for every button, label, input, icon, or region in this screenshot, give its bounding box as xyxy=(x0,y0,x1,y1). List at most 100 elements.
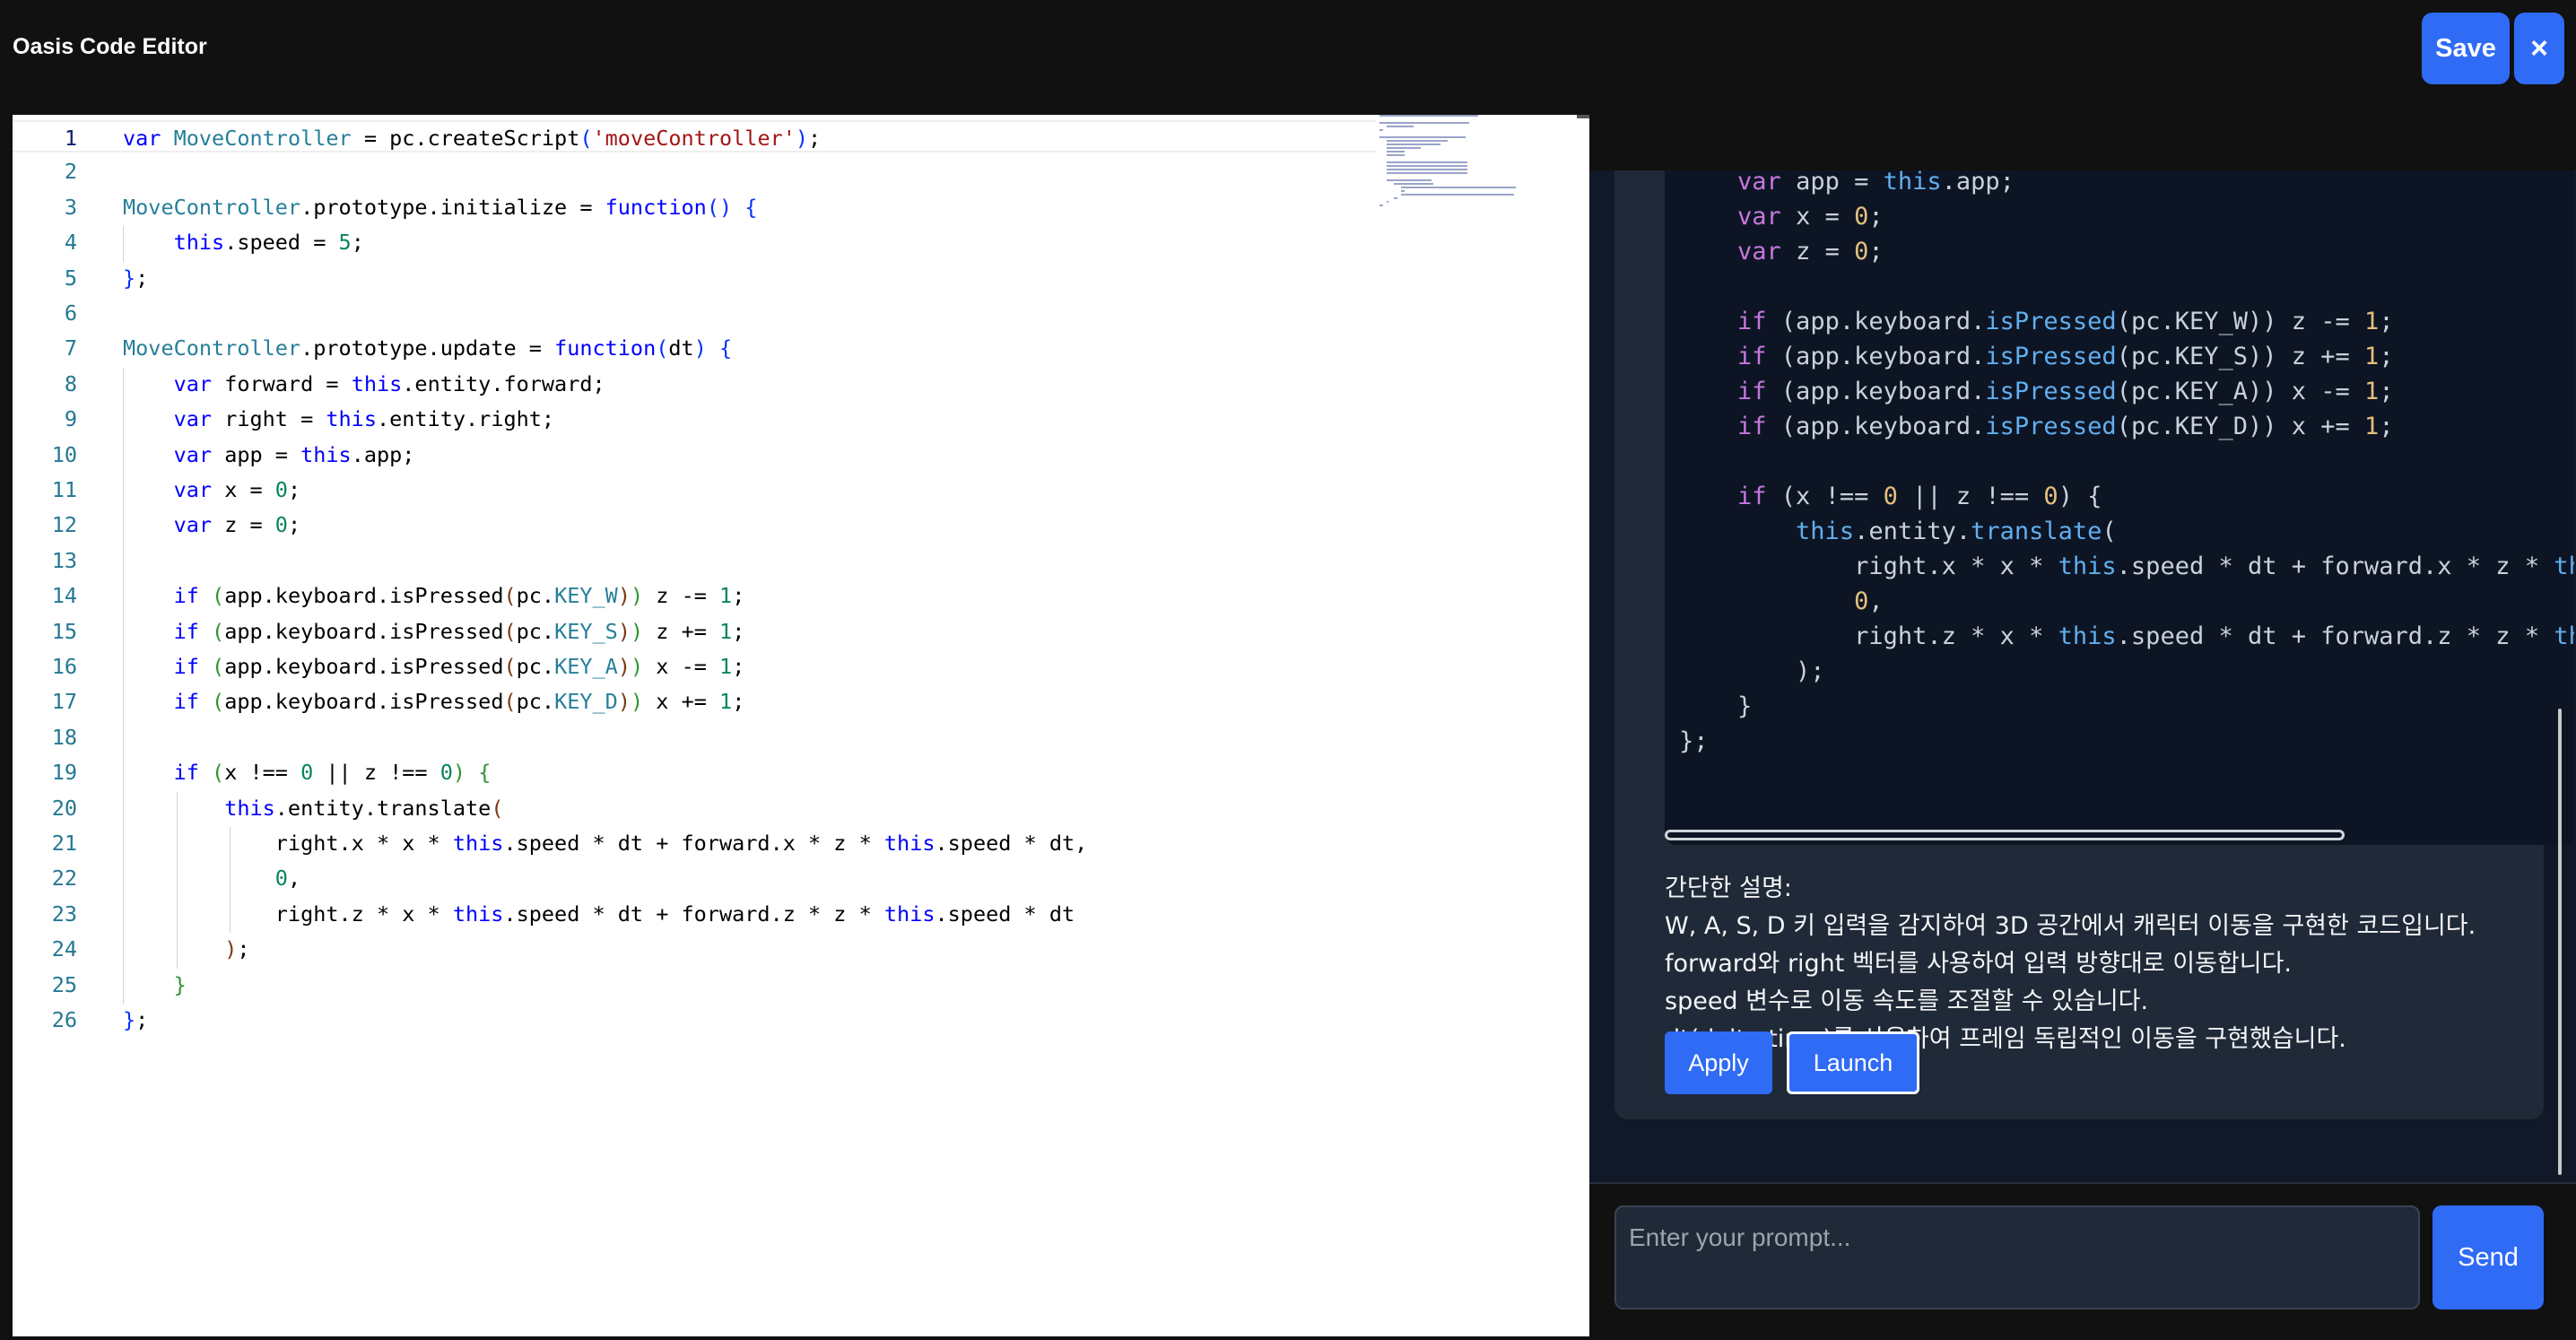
line-code: if (app.keyboard.isPressed(pc.KEY_W)) z … xyxy=(173,583,745,609)
code-editor[interactable]: 1 var MoveController = pc.createScript('m… xyxy=(13,115,1589,1336)
line-code: if (app.keyboard.isPressed(pc.KEY_S)) z … xyxy=(173,618,745,644)
line-code: var MoveController = pc.createScript('mo… xyxy=(123,126,822,151)
line-number: 15 xyxy=(51,618,77,644)
code-line[interactable]: 17 if (app.keyboard.isPressed(pc.KEY_D))… xyxy=(13,685,1376,718)
indent-guide xyxy=(176,791,178,969)
snippet-line: } xyxy=(1679,692,1753,720)
top-bar: Oasis Code Editor Save × xyxy=(0,0,2576,99)
line-code: }; xyxy=(123,265,149,291)
line-number: 8 xyxy=(64,370,77,396)
close-button[interactable]: × xyxy=(2514,13,2564,84)
line-code: var forward = this.entity.forward; xyxy=(173,370,605,396)
code-line[interactable]: 5}; xyxy=(13,262,1376,294)
minimap-line xyxy=(1387,169,1467,170)
code-minimap[interactable] xyxy=(1379,115,1537,213)
line-code: } xyxy=(173,971,187,997)
line-number: 4 xyxy=(64,230,77,256)
line-code: this.speed = 5; xyxy=(173,230,364,256)
snippet-line: if (app.keyboard.isPressed(pc.KEY_A)) x … xyxy=(1737,378,2394,405)
code-snippet[interactable]: var right = this.entity.right; var app =… xyxy=(1665,170,2574,845)
line-code: ); xyxy=(224,936,250,962)
code-line[interactable]: 12 var z = 0; xyxy=(13,509,1376,541)
editor-scrollbar-thumb[interactable] xyxy=(1577,115,1589,118)
code-line[interactable]: 21 right.x * x * this.speed * dt + forwa… xyxy=(13,827,1376,859)
minimap-line xyxy=(1387,144,1440,145)
line-number: 23 xyxy=(51,901,77,927)
launch-button[interactable]: Launch xyxy=(1787,1031,1919,1094)
explanation-line: speed 변수로 이동 속도를 조절할 수 있습니다. xyxy=(1665,988,2149,1015)
code-line[interactable]: 11 var x = 0; xyxy=(13,474,1376,506)
line-number: 9 xyxy=(64,406,77,432)
chat-messages[interactable]: var right = this.entity.right; var app =… xyxy=(1589,170,2576,1182)
minimap-line xyxy=(1387,147,1421,149)
code-line[interactable]: 26}; xyxy=(13,1004,1376,1036)
line-number: 13 xyxy=(51,547,77,573)
snippet-line: var z = 0; xyxy=(1737,238,1884,265)
line-code: if (app.keyboard.isPressed(pc.KEY_A)) x … xyxy=(173,654,745,679)
line-number: 1 xyxy=(64,126,77,151)
code-line[interactable]: 6 xyxy=(13,297,1376,329)
minimap-line xyxy=(1401,187,1516,188)
line-number: 20 xyxy=(51,795,77,821)
snippet-line: if (app.keyboard.isPressed(pc.KEY_D)) x … xyxy=(1737,413,2394,440)
apply-button[interactable]: Apply xyxy=(1665,1031,1772,1094)
line-number: 18 xyxy=(51,724,77,750)
line-code: right.z * x * this.speed * dt + forward.… xyxy=(123,901,1075,927)
line-number: 7 xyxy=(64,335,77,361)
divider xyxy=(1589,1182,2576,1184)
code-line[interactable]: 7 MoveController.prototype.update = funct… xyxy=(13,332,1376,364)
minimap-line xyxy=(1379,204,1383,206)
explanation-heading: 간단한 설명: xyxy=(1665,874,1792,902)
line-number: 24 xyxy=(51,936,77,962)
snippet-line: }; xyxy=(1679,727,1709,755)
code-line[interactable]: 10 var app = this.app; xyxy=(13,439,1376,471)
line-number: 25 xyxy=(51,971,77,997)
code-line[interactable]: 14 if (app.keyboard.isPressed(pc.KEY_W))… xyxy=(13,579,1376,612)
minimap-line xyxy=(1379,115,1478,117)
minimap-line xyxy=(1387,154,1405,156)
prompt-input[interactable] xyxy=(1614,1205,2420,1310)
minimap-line xyxy=(1387,179,1432,181)
code-line[interactable]: 19 if (x !== 0 || z !== 0) { xyxy=(13,756,1376,788)
save-button[interactable]: Save xyxy=(2422,13,2510,84)
line-number: 21 xyxy=(51,831,77,856)
line-code: MoveController.prototype.initialize = fu… xyxy=(123,194,758,220)
code-line[interactable]: 24 ); xyxy=(13,933,1376,965)
code-line[interactable]: 25 } xyxy=(13,969,1376,1001)
line-code: var app = this.app; xyxy=(173,441,415,467)
chat-scrollbar[interactable] xyxy=(2558,709,2562,1175)
code-line[interactable]: 3 MoveController.prototype.initialize = f… xyxy=(13,191,1376,223)
code-line[interactable]: 15 if (app.keyboard.isPressed(pc.KEY_S))… xyxy=(13,615,1376,648)
send-button[interactable]: Send xyxy=(2432,1205,2544,1310)
code-line[interactable]: 23 right.z * x * this.speed * dt + forwa… xyxy=(13,898,1376,930)
line-number: 14 xyxy=(51,583,77,609)
code-line[interactable]: 18 xyxy=(13,721,1376,753)
assistant-message: var right = this.entity.right; var app =… xyxy=(1614,170,2574,1119)
minimap-line xyxy=(1387,161,1467,163)
code-line[interactable]: 4 this.speed = 5; xyxy=(13,226,1376,258)
minimap-line xyxy=(1394,183,1433,185)
line-number: 12 xyxy=(51,512,77,538)
explanation-line: forward와 right 벡터를 사용하여 입력 방향대로 이동합니다. xyxy=(1665,950,2292,978)
chat-panel: var right = this.entity.right; var app =… xyxy=(1589,115,2576,1340)
code-line[interactable]: 13 xyxy=(13,544,1376,577)
line-code: right.x * x * this.speed * dt + forward.… xyxy=(123,831,1088,856)
explanation-text: 간단한 설명: W, A, S, D 키 입력을 감지하여 3D 공간에서 캐릭… xyxy=(1665,870,2526,1058)
snippet-line: var app = this.app; xyxy=(1737,170,2015,196)
line-code: }; xyxy=(123,1007,149,1032)
explanation-line: W, A, S, D 키 입력을 감지하여 3D 공간에서 캐릭터 이동을 구현… xyxy=(1665,912,2476,940)
line-number: 16 xyxy=(51,654,77,679)
snippet-line: if (x !== 0 || z !== 0) { xyxy=(1737,483,2102,510)
snippet-line: this.entity.translate( xyxy=(1796,518,2117,545)
code-line[interactable]: 1 var MoveController = pc.createScript('m… xyxy=(13,120,1376,152)
code-line[interactable]: 9 var right = this.entity.right; xyxy=(13,403,1376,435)
code-line[interactable]: 22 0, xyxy=(13,862,1376,894)
code-horizontal-scrollbar[interactable] xyxy=(1665,830,2345,840)
indent-guide xyxy=(230,827,231,934)
snippet-line: 0, xyxy=(1854,587,1884,615)
code-line[interactable]: 20 this.entity.translate( xyxy=(13,792,1376,824)
code-line[interactable]: 2 xyxy=(13,155,1376,187)
code-line[interactable]: 16 if (app.keyboard.isPressed(pc.KEY_A))… xyxy=(13,650,1376,683)
snippet-line: if (app.keyboard.isPressed(pc.KEY_S)) z … xyxy=(1737,343,2394,370)
code-line[interactable]: 8 var forward = this.entity.forward; xyxy=(13,368,1376,400)
